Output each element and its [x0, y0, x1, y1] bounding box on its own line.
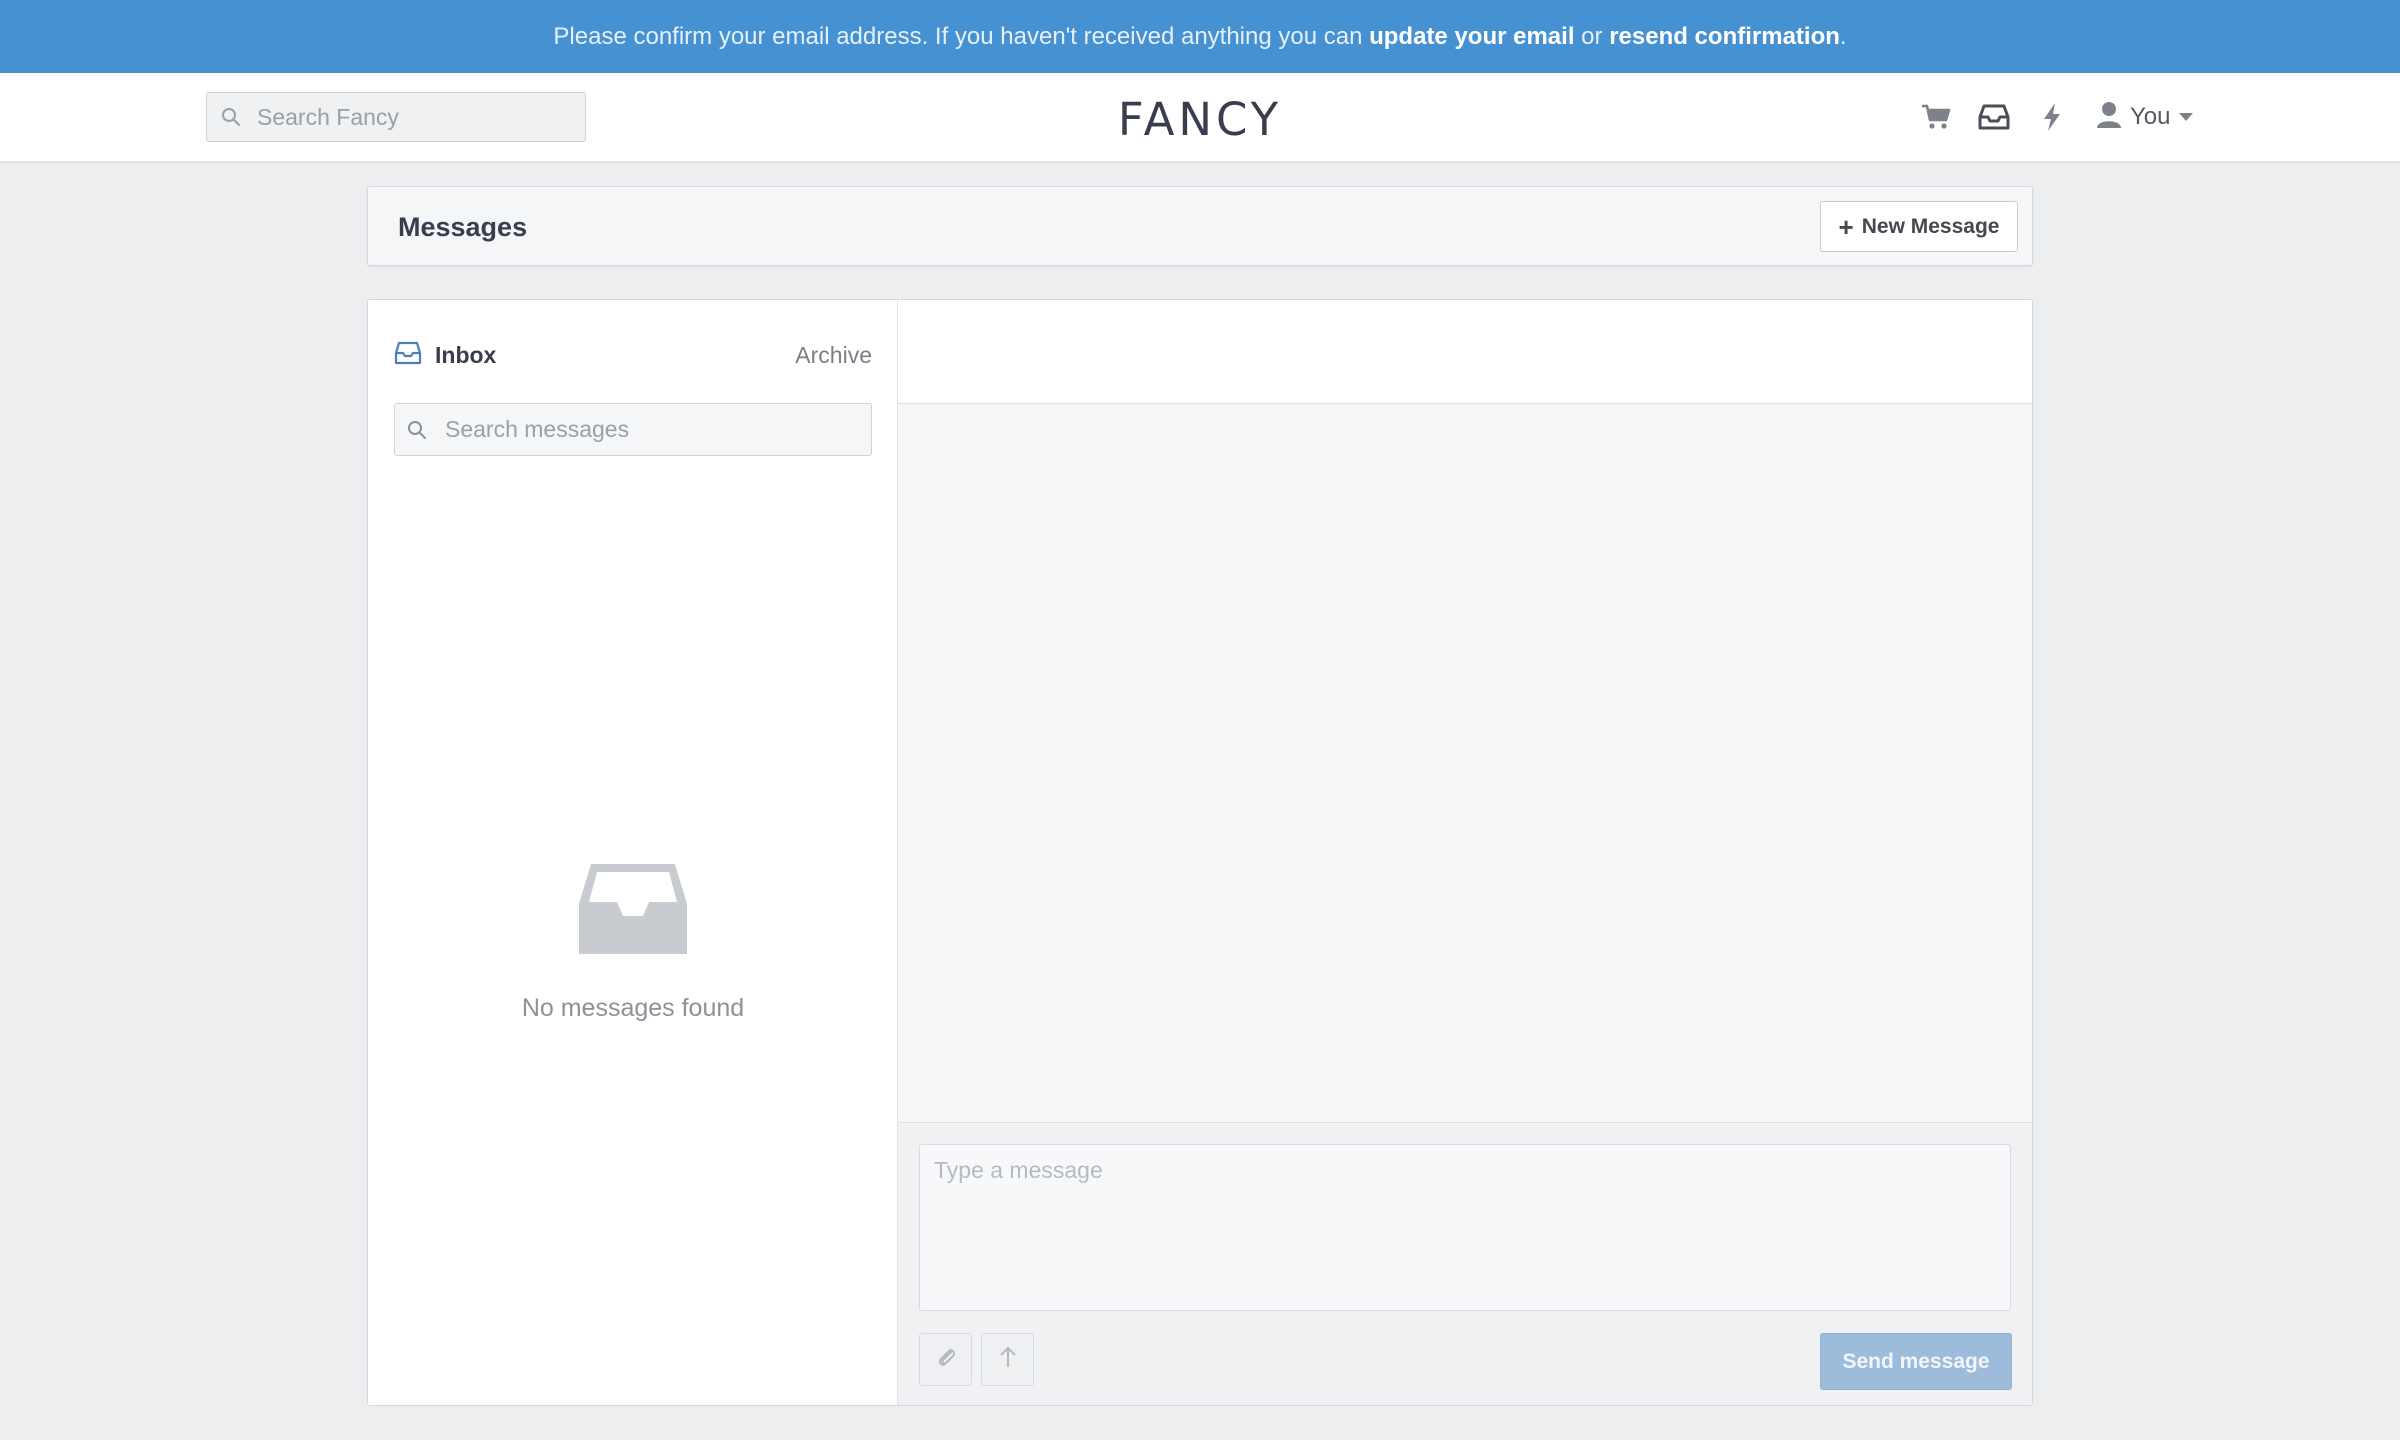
- tab-inbox-label: Inbox: [435, 341, 497, 368]
- empty-state: No messages found: [368, 860, 898, 1023]
- page-title: Messages: [398, 212, 528, 242]
- tab-inbox[interactable]: Inbox: [394, 341, 496, 370]
- banner-text-middle: or: [1574, 22, 1610, 50]
- email-confirmation-banner: Please confirm your email address. If yo…: [0, 0, 2400, 73]
- upload-arrow-icon: [999, 1345, 1017, 1374]
- user-icon: [2096, 101, 2122, 134]
- lightning-icon[interactable]: [2034, 99, 2070, 135]
- empty-state-text: No messages found: [521, 994, 745, 1022]
- banner-text: Please confirm your email address. If yo…: [553, 22, 1370, 50]
- attach-button[interactable]: [919, 1333, 972, 1386]
- conversation-view: Send message: [898, 300, 2032, 1405]
- message-input[interactable]: [919, 1144, 2011, 1311]
- fancy-logo[interactable]: FANCY: [1100, 93, 1300, 146]
- user-menu[interactable]: You: [2096, 101, 2193, 134]
- site-search[interactable]: [206, 92, 586, 142]
- send-message-button[interactable]: Send message: [1820, 1333, 2012, 1390]
- cart-icon[interactable]: [1918, 99, 1954, 135]
- site-search-input[interactable]: [255, 102, 575, 132]
- search-icon: [407, 419, 429, 441]
- inbox-icon[interactable]: [1976, 99, 2012, 135]
- user-label: You: [2130, 103, 2171, 130]
- upload-button[interactable]: [981, 1333, 1034, 1386]
- banner-text-suffix: .: [1839, 22, 1847, 50]
- inbox-icon: [394, 341, 422, 370]
- messages-panel: Inbox Archive No messages found: [367, 299, 2033, 1406]
- site-header: FANCY You: [0, 73, 2400, 162]
- paperclip-icon: [935, 1345, 957, 1374]
- chevron-down-icon: [2178, 108, 2193, 126]
- tab-archive[interactable]: Archive: [795, 342, 872, 369]
- conversation-list: Inbox Archive No messages found: [368, 300, 898, 1405]
- header-actions: You: [1918, 95, 2193, 139]
- plus-icon: +: [1838, 211, 1854, 242]
- new-message-button[interactable]: + New Message: [1820, 201, 2018, 252]
- empty-inbox-icon: [577, 860, 689, 956]
- message-composer: Send message: [898, 1122, 2032, 1405]
- mailbox-tabs: Inbox Archive: [394, 338, 872, 372]
- message-search-input[interactable]: [443, 415, 863, 444]
- search-icon: [221, 106, 243, 128]
- conversation-header: [898, 300, 2032, 404]
- new-message-label: New Message: [1861, 214, 2000, 238]
- resend-confirmation-link[interactable]: resend confirmation: [1609, 23, 1840, 51]
- messages-title-bar: Messages + New Message: [367, 186, 2033, 266]
- message-search[interactable]: [394, 403, 872, 456]
- update-email-link[interactable]: update your email: [1369, 23, 1574, 51]
